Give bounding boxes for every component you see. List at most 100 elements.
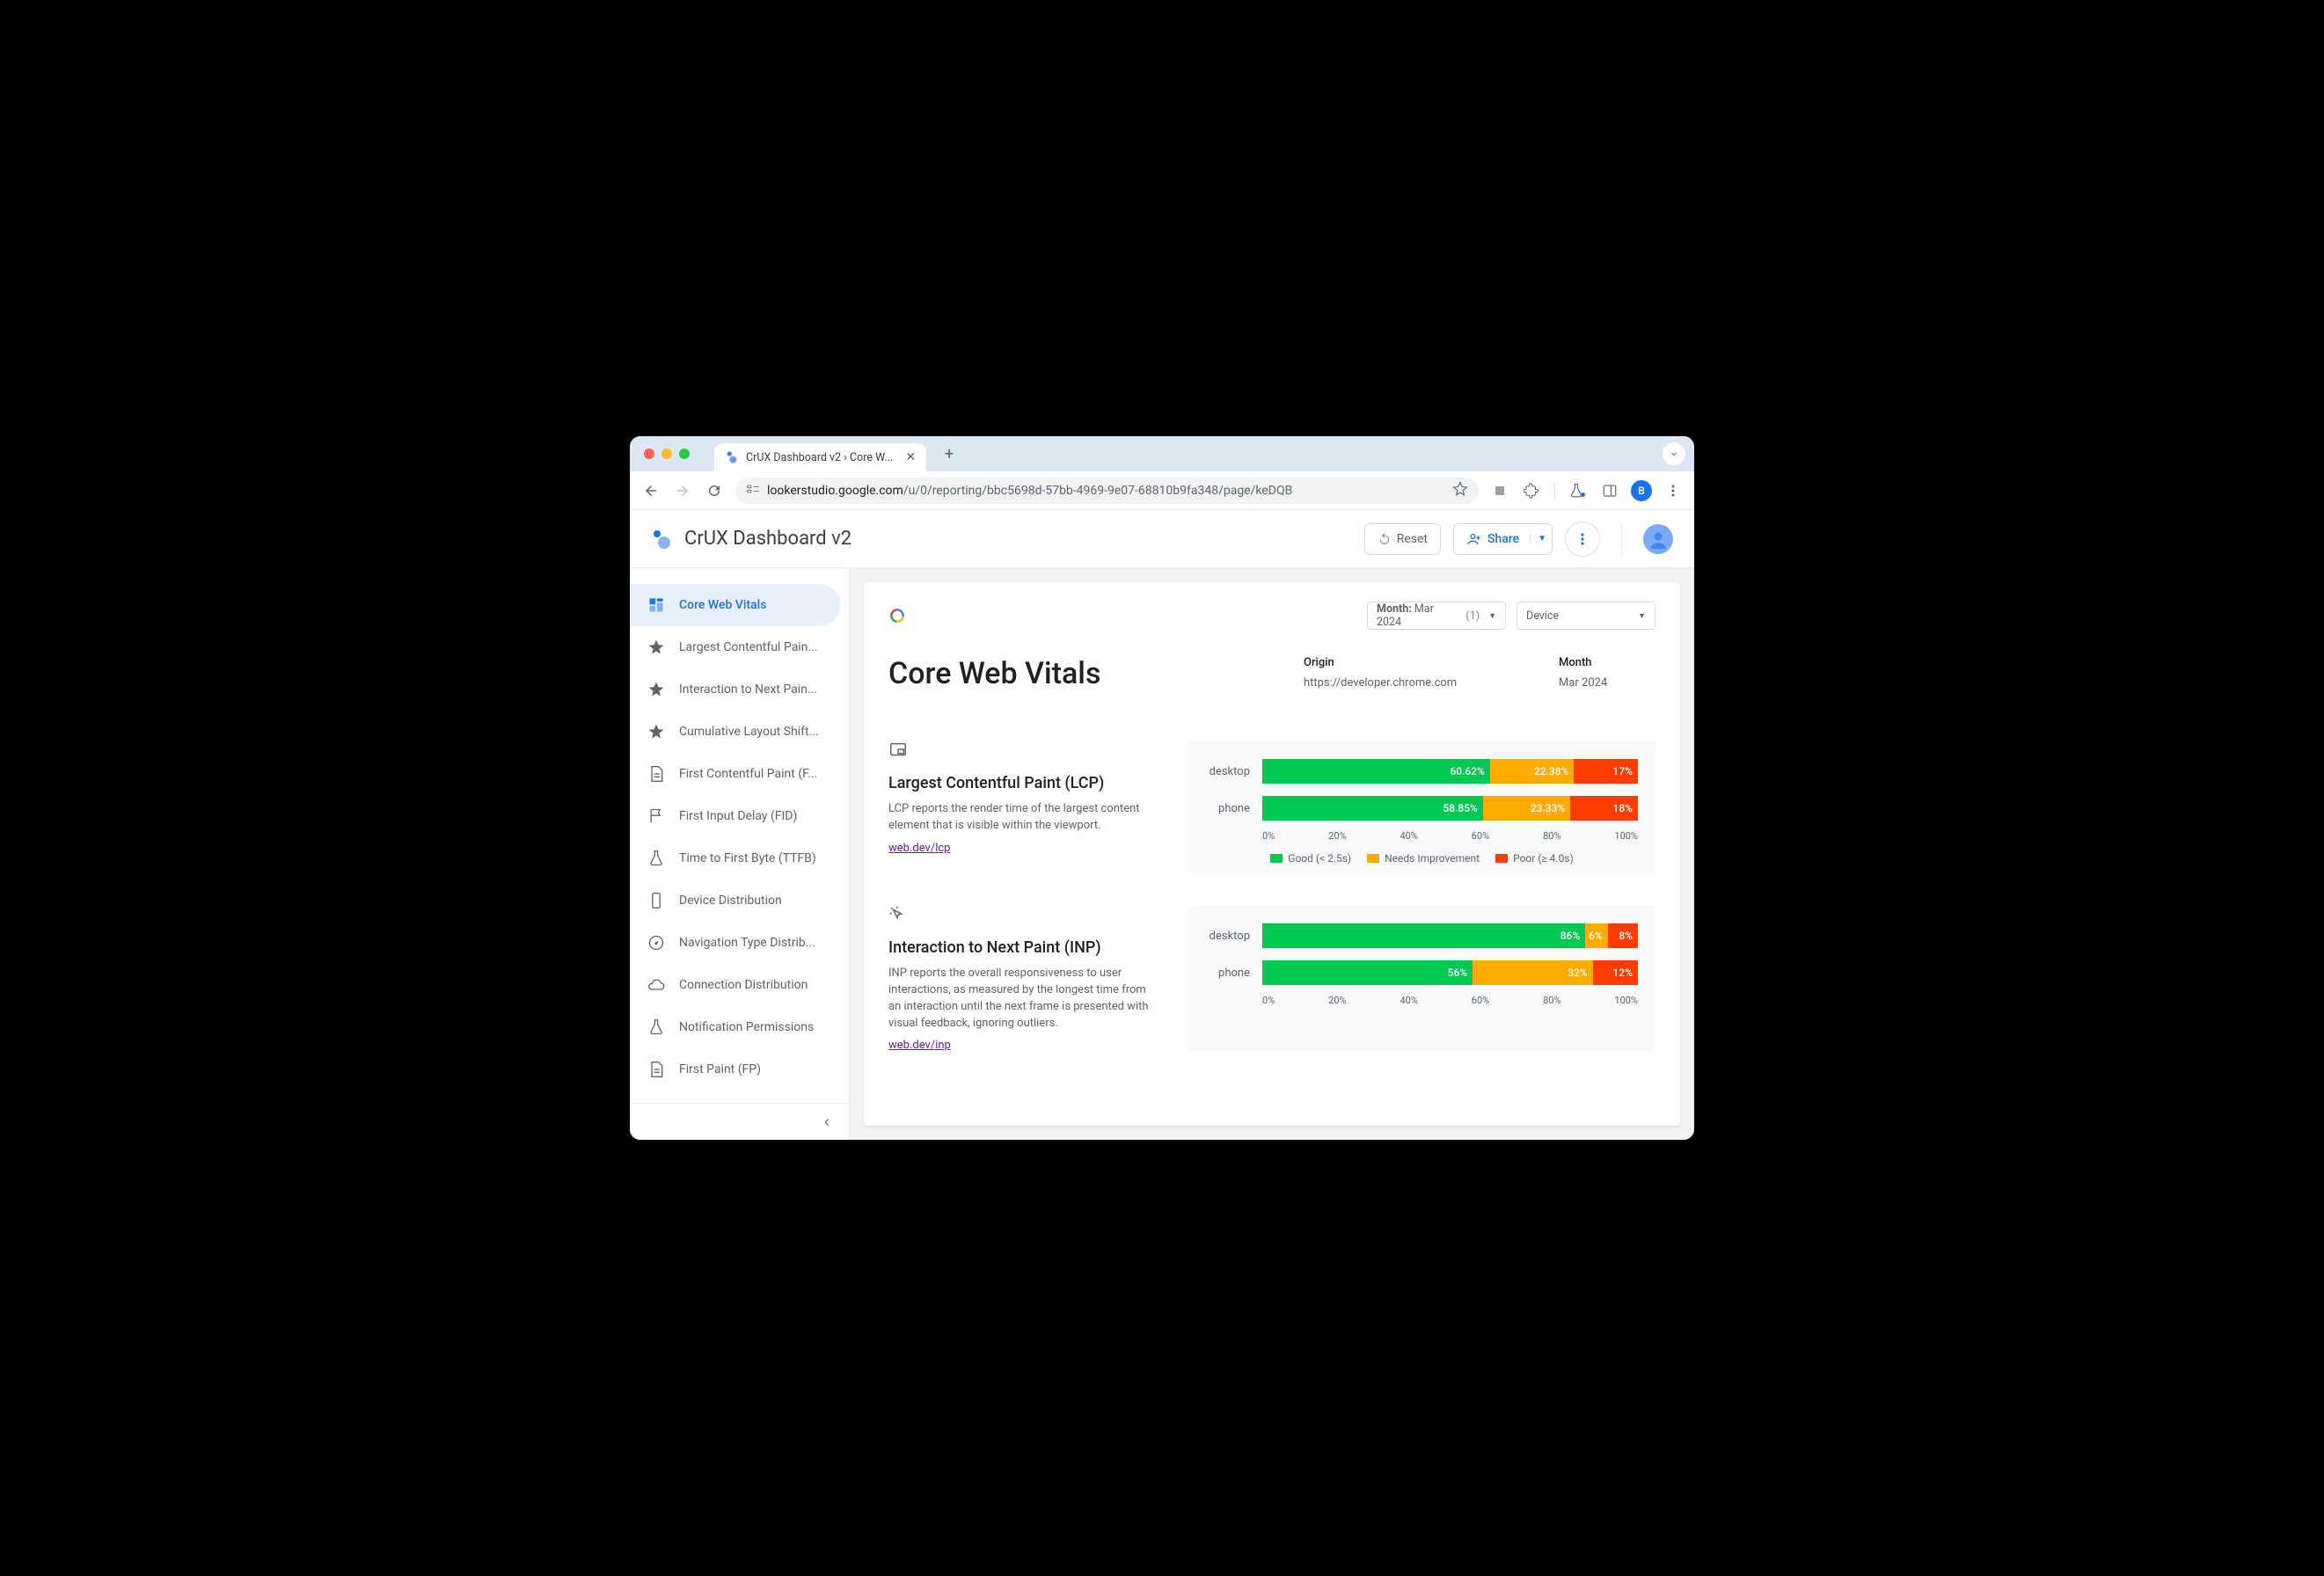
bookmark-star-icon[interactable]: [1452, 481, 1468, 500]
back-button[interactable]: [640, 483, 661, 499]
sidebar-item[interactable]: Device Distribution: [630, 879, 840, 922]
app-header: CrUX Dashboard v2 Reset Share ▼: [630, 510, 1694, 568]
sidebar-item[interactable]: First Paint (FP): [630, 1048, 840, 1091]
chevron-down-icon: [1669, 449, 1679, 459]
maximize-window-button[interactable]: [679, 449, 690, 459]
stacked-bar[interactable]: 56% 32% 12%: [1262, 960, 1638, 985]
cloud-icon: [647, 976, 665, 994]
month-filter[interactable]: Month: Mar 2024 (1) ▼: [1367, 602, 1506, 630]
sidebar-item[interactable]: Cumulative Layout Shift...: [630, 711, 840, 753]
bar-segment-needs-improvement: 22.38%: [1490, 759, 1575, 784]
chart-x-axis: 0%20%40%60%80%100%: [1262, 995, 1638, 1006]
bar-category-label: phone: [1206, 802, 1250, 815]
new-tab-button[interactable]: +: [937, 441, 961, 466]
bar-row: phone 58.85% 23.33% 18%: [1206, 793, 1638, 823]
device-filter[interactable]: Device ▼: [1516, 602, 1655, 630]
close-window-button[interactable]: [644, 449, 654, 459]
tab-title: CrUX Dashboard v2 › Core W...: [746, 451, 893, 464]
undo-icon: [1378, 532, 1392, 546]
sidebar-item-label: Largest Contentful Pain...: [679, 640, 818, 654]
chart-x-axis: 0%20%40%60%80%100%: [1262, 830, 1638, 842]
report-canvas[interactable]: Month: Mar 2024 (1) ▼ Device ▼ Core Web …: [850, 568, 1694, 1140]
page-icon: [647, 765, 665, 783]
minimize-window-button[interactable]: [661, 449, 672, 459]
sidebar-item[interactable]: First Contentful Paint (F...: [630, 753, 840, 795]
bar-category-label: phone: [1206, 967, 1250, 980]
chart-legend: Good (< 2.5s) Needs Improvement Poor (≥ …: [1206, 852, 1638, 865]
reset-button[interactable]: Reset: [1364, 523, 1441, 555]
titlebar: CrUX Dashboard v2 › Core W... ✕ +: [630, 436, 1694, 471]
share-dropdown-caret[interactable]: ▼: [1530, 534, 1546, 544]
bar-segment-poor: 17%: [1574, 759, 1638, 784]
report-page: Month: Mar 2024 (1) ▼ Device ▼ Core Web …: [864, 582, 1680, 1126]
bar-category-label: desktop: [1206, 765, 1250, 778]
bar-segment-good: 86%: [1262, 923, 1585, 948]
sidebar-item[interactable]: First Input Delay (FID): [630, 795, 840, 837]
star-icon: [647, 681, 665, 698]
forward-button[interactable]: [672, 483, 693, 499]
more-options-button[interactable]: [1565, 522, 1600, 557]
lab-icon: [647, 1018, 665, 1036]
metric-doc-link[interactable]: web.dev/lcp: [888, 842, 950, 855]
toolbar-app-icon[interactable]: [1489, 480, 1510, 501]
extensions-icon[interactable]: [1521, 480, 1542, 501]
sidebar-item[interactable]: Navigation Type Distrib...: [630, 922, 840, 964]
device-icon: [647, 892, 665, 909]
bar-row: desktop 60.62% 22.38% 17%: [1206, 756, 1638, 786]
lab-icon: [647, 850, 665, 867]
sidebar-item-label: Navigation Type Distrib...: [679, 936, 815, 950]
side-panel-icon[interactable]: [1599, 480, 1620, 501]
caret-down-icon: ▼: [1488, 611, 1496, 621]
sidebar-item[interactable]: Interaction to Next Pain...: [630, 668, 840, 711]
sidebar-item-label: First Contentful Paint (F...: [679, 767, 817, 781]
tab-close-icon[interactable]: ✕: [905, 450, 916, 464]
sidebar-item[interactable]: Connection Distribution: [630, 964, 840, 1006]
sidebar-item-label: Notification Permissions: [679, 1020, 814, 1034]
inp-icon: [888, 905, 908, 924]
caret-down-icon: ▼: [1638, 611, 1646, 621]
metric-title: Interaction to Next Paint (INP): [888, 938, 1157, 957]
labs-icon[interactable]: [1568, 480, 1589, 501]
metric-title: Largest Contentful Paint (LCP): [888, 774, 1157, 792]
metric-description: LCP reports the render time of the large…: [888, 801, 1157, 835]
tab-overflow-button[interactable]: [1663, 442, 1685, 465]
sidebar-item-label: Device Distribution: [679, 894, 782, 908]
stacked-bar[interactable]: 60.62% 22.38% 17%: [1262, 759, 1638, 784]
metric-doc-link[interactable]: web.dev/inp: [888, 1039, 951, 1052]
filter-row: Month: Mar 2024 (1) ▼ Device ▼: [888, 602, 1655, 630]
page-icon: [647, 1061, 665, 1078]
browser-menu-icon[interactable]: [1663, 480, 1684, 501]
compass-icon: [647, 934, 665, 952]
sidebar-item[interactable]: Core Web Vitals: [630, 584, 840, 626]
site-settings-icon[interactable]: [746, 484, 760, 498]
flag-icon: [647, 807, 665, 825]
page-title: Core Web Vitals: [888, 656, 1251, 691]
profile-avatar[interactable]: B: [1631, 480, 1652, 501]
bar-segment-needs-improvement: 32%: [1473, 960, 1593, 985]
sidebar-item[interactable]: Largest Contentful Pain...: [630, 626, 840, 668]
address-bar[interactable]: lookerstudio.google.com/u/0/reporting/bb…: [735, 478, 1479, 504]
bar-segment-poor: 8%: [1608, 923, 1638, 948]
sidebar-item[interactable]: Notification Permissions: [630, 1006, 840, 1048]
stacked-bar[interactable]: 58.85% 23.33% 18%: [1262, 796, 1638, 821]
reload-button[interactable]: [704, 483, 725, 499]
sidebar-item[interactable]: Time to First Byte (TTFB): [630, 837, 840, 879]
chart-panel: desktop 86% 6% 8% phone 56% 32% 12% 0%20…: [1188, 905, 1655, 1052]
star-icon: [647, 723, 665, 741]
account-avatar[interactable]: [1643, 524, 1673, 554]
person-icon: [1647, 528, 1670, 551]
browser-tab[interactable]: CrUX Dashboard v2 › Core W... ✕: [714, 443, 926, 471]
origin-value: https://developer.chrome.com: [1304, 676, 1506, 690]
window-controls: [639, 449, 690, 459]
bar-segment-good: 60.62%: [1262, 759, 1490, 784]
collapse-sidebar-button[interactable]: [630, 1103, 849, 1140]
sidebar-item-label: Connection Distribution: [679, 978, 808, 992]
stacked-bar[interactable]: 86% 6% 8%: [1262, 923, 1638, 948]
url-text: lookerstudio.google.com/u/0/reporting/bb…: [767, 484, 1292, 498]
sidebar-item-label: First Paint (FP): [679, 1062, 761, 1076]
kebab-icon: [1575, 532, 1590, 546]
sidebar-item-label: Time to First Byte (TTFB): [679, 851, 816, 865]
app-body: Core Web Vitals Largest Contentful Pain..…: [630, 568, 1694, 1140]
share-button[interactable]: Share ▼: [1453, 523, 1553, 555]
star-icon: [647, 638, 665, 656]
